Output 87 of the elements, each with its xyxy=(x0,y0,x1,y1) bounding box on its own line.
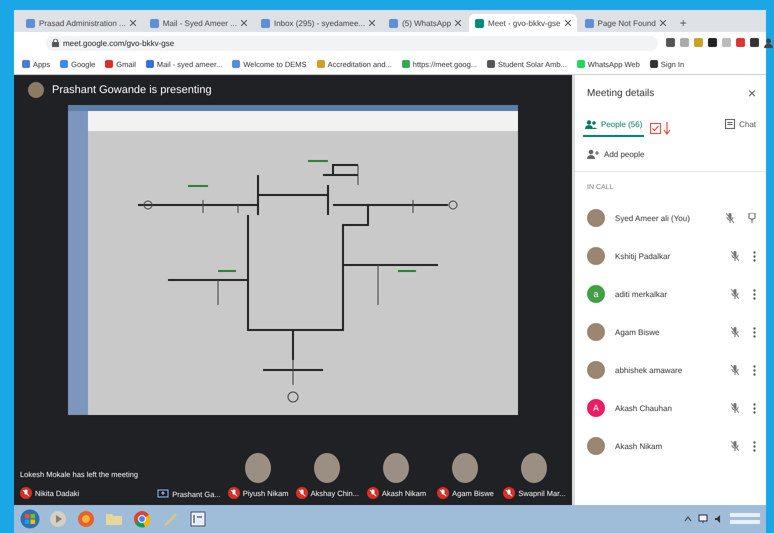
more-options-icon[interactable] xyxy=(753,440,756,452)
participant-name: Agam Biswe xyxy=(615,328,660,336)
bookmark-favicon-icon xyxy=(487,60,495,68)
lock-icon xyxy=(52,39,59,47)
more-options-icon[interactable] xyxy=(753,364,756,376)
bookmark-favicon-icon xyxy=(22,60,30,68)
chat-icon xyxy=(725,119,736,129)
bookmark-favicon-icon xyxy=(60,60,68,68)
microphone-off-icon xyxy=(731,289,739,299)
site-icon xyxy=(26,18,35,28)
participant-row[interactable]: a aditi merkalkar xyxy=(575,275,766,313)
site-icon xyxy=(584,18,594,28)
muted-microphone-icon xyxy=(228,487,240,499)
participant-photo xyxy=(587,437,605,455)
site-icon xyxy=(389,18,398,28)
add-people-button[interactable]: Add people xyxy=(575,137,766,171)
presenter-avatar xyxy=(28,82,44,98)
participant-row[interactable]: Agam Biswe xyxy=(575,313,766,351)
more-options-icon[interactable] xyxy=(753,250,756,262)
participant-photo xyxy=(587,361,605,379)
more-options-icon[interactable] xyxy=(753,402,756,414)
microphone-off-icon xyxy=(731,327,739,337)
participant-name: aditi merkalkar xyxy=(615,290,668,298)
muted-microphone-icon xyxy=(366,487,379,499)
muted-microphone-icon xyxy=(20,487,32,499)
add-person-icon xyxy=(587,149,599,159)
close-icon[interactable] xyxy=(369,20,376,26)
bookmark-favicon-icon xyxy=(402,60,410,68)
more-options-icon[interactable] xyxy=(753,326,756,338)
close-icon[interactable] xyxy=(564,20,570,26)
bookmark-favicon-icon xyxy=(146,60,154,68)
site-icon xyxy=(475,18,484,28)
muted-microphone-icon xyxy=(296,487,308,499)
browser-tab[interactable]: Meet - gvo-bkkv-gse xyxy=(469,14,576,32)
people-icon xyxy=(585,120,597,128)
more-options-icon[interactable] xyxy=(753,288,756,300)
microphone-off-icon xyxy=(731,441,739,451)
app-window-icon[interactable] xyxy=(188,509,208,529)
close-icon[interactable] xyxy=(455,20,462,26)
muted-microphone-icon xyxy=(503,487,516,499)
microphone-off-icon xyxy=(731,403,739,413)
chat-tab[interactable]: Chat xyxy=(723,119,758,137)
checkbox-icon xyxy=(650,122,662,134)
muted-microphone-icon xyxy=(437,487,450,499)
profile-icon[interactable] xyxy=(764,38,773,48)
microphone-off-icon xyxy=(731,251,739,261)
participant-name: Kshitij Padalkar xyxy=(615,252,672,260)
close-icon[interactable] xyxy=(130,20,136,26)
participant-row[interactable]: Akash Nikam xyxy=(575,427,766,465)
start-orb-icon[interactable] xyxy=(20,509,40,529)
presenting-label: Prashant Gowande is presenting xyxy=(52,84,212,96)
participant-row[interactable]: abhishek amaware xyxy=(575,351,766,389)
bookmark-favicon-icon xyxy=(576,60,585,68)
close-button[interactable]: × xyxy=(748,85,756,101)
microphone-off-icon xyxy=(731,365,739,375)
bookmark-favicon-icon xyxy=(650,60,658,68)
participant-row[interactable]: A Akash Chauhan xyxy=(575,389,766,427)
bookmark-favicon-icon xyxy=(316,60,325,68)
pin-icon[interactable] xyxy=(748,213,756,223)
participant-name: abhishek amaware xyxy=(615,366,684,374)
participant-photo xyxy=(587,323,605,341)
close-icon[interactable] xyxy=(660,20,666,26)
bookmark-favicon-icon xyxy=(232,60,240,68)
participant-name: Syed Ameer ali (You) xyxy=(615,214,691,222)
address-bar[interactable]: meet.google.com/gvo-bkkv-gse xyxy=(46,36,658,50)
presenting-icon xyxy=(157,489,170,499)
participant-name: Akash Nikam xyxy=(615,442,664,450)
new-tab-button[interactable]: + xyxy=(674,14,693,32)
show-hidden-icons-icon[interactable] xyxy=(684,515,692,523)
panel-title: Meeting details xyxy=(587,88,654,98)
close-icon[interactable] xyxy=(240,20,247,26)
participant-name: Akash Chauhan xyxy=(615,404,673,412)
participant-row[interactable]: Kshitij Padalkar xyxy=(575,237,766,275)
bookmark-favicon-icon xyxy=(105,60,114,68)
participant-photo xyxy=(587,209,605,227)
participant-photo xyxy=(587,247,605,265)
site-icon xyxy=(260,18,270,28)
people-tab[interactable]: People (56) xyxy=(583,120,644,136)
participant-row[interactable]: Syed Ameer ali (You) xyxy=(575,199,766,237)
chrome-icon[interactable] xyxy=(132,509,152,529)
letter-avatar: A xyxy=(587,399,605,417)
site-icon xyxy=(150,18,159,28)
network-icon[interactable] xyxy=(698,514,708,524)
letter-avatar: a xyxy=(587,285,605,303)
down-arrow-icon xyxy=(663,122,672,134)
media-player-icon[interactable] xyxy=(48,509,68,529)
microphone-off-icon xyxy=(726,213,734,223)
